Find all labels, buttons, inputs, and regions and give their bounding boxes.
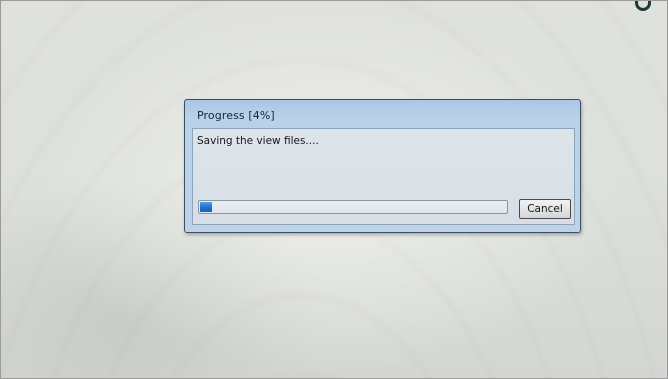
dialog-titlebar[interactable]: Progress [4%] — [185, 100, 580, 126]
partial-circle-icon — [635, 1, 651, 11]
screen-background: Progress [4%] Saving the view files.... … — [0, 0, 668, 379]
status-message: Saving the view files.... — [197, 135, 319, 147]
progress-bar-fill — [200, 202, 212, 212]
dialog-title: Progress [4%] — [197, 109, 275, 122]
progress-bar — [198, 200, 508, 214]
cancel-button[interactable]: Cancel — [519, 199, 571, 219]
dialog-content: Saving the view files.... Cancel — [192, 128, 575, 225]
progress-dialog: Progress [4%] Saving the view files.... … — [184, 99, 581, 233]
